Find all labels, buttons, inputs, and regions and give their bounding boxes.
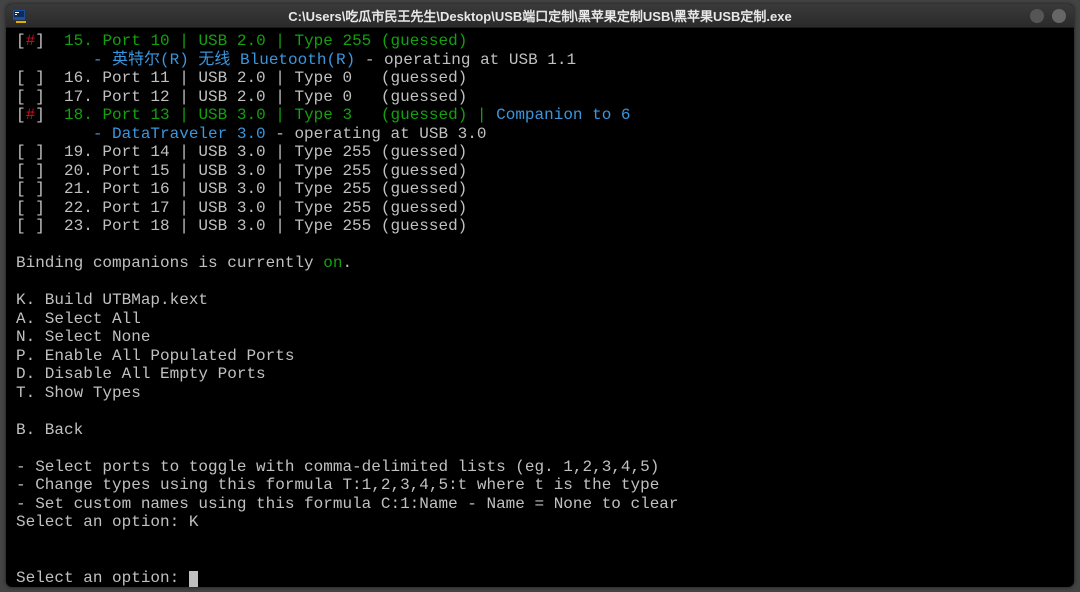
minimize-button[interactable] xyxy=(1030,9,1044,23)
console-output[interactable]: [#] 15. Port 10 | USB 2.0 | Type 255 (gu… xyxy=(6,28,1074,587)
close-button[interactable] xyxy=(1052,9,1066,23)
app-window: C:\Users\吃瓜市民王先生\Desktop\USB端口定制\黑苹果定制US… xyxy=(6,4,1074,587)
window-title: C:\Users\吃瓜市民王先生\Desktop\USB端口定制\黑苹果定制US… xyxy=(6,6,1074,25)
text-cursor xyxy=(189,571,198,587)
window-controls xyxy=(1030,9,1074,23)
app-icon xyxy=(12,8,28,24)
titlebar[interactable]: C:\Users\吃瓜市民王先生\Desktop\USB端口定制\黑苹果定制US… xyxy=(6,4,1074,28)
